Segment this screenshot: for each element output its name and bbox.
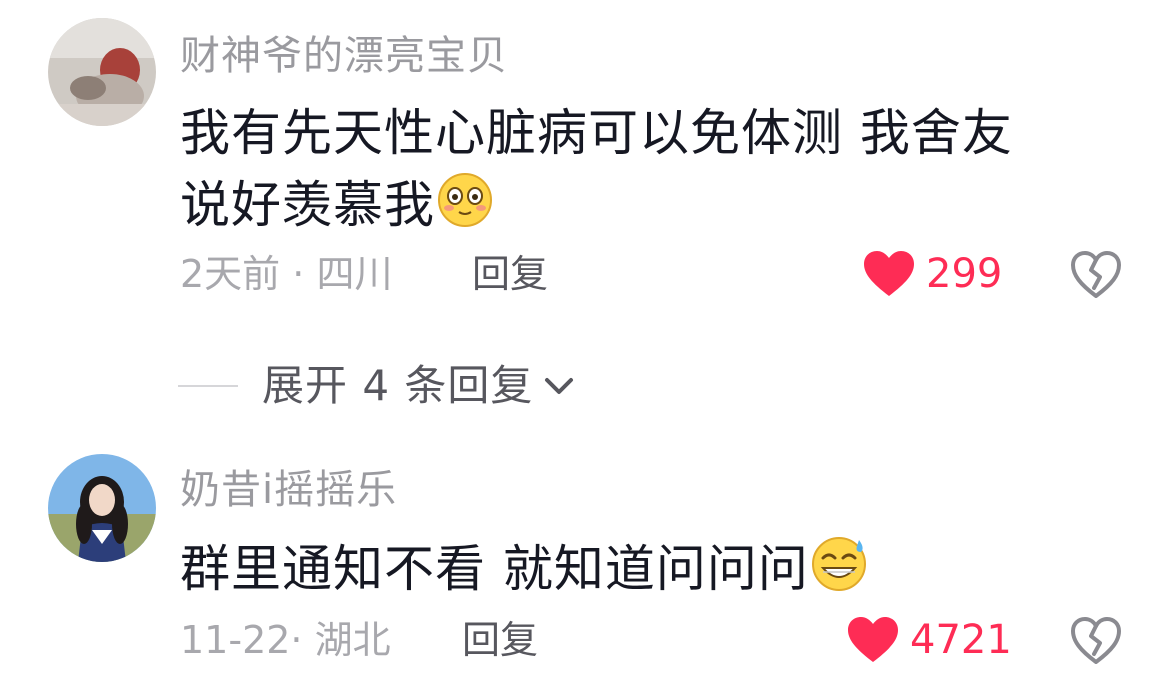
like-count: 299	[926, 251, 1003, 297]
comment-location: 湖北	[314, 618, 391, 662]
comment-text-line-2: 说好羡慕我	[180, 170, 495, 240]
grinning-sweat-emoji-icon	[809, 534, 869, 594]
comment-meta: 2天前 · 四川	[180, 250, 392, 298]
avatar-image	[48, 454, 156, 562]
comment-time: 11-22	[180, 618, 291, 662]
reply-button[interactable]: 回复	[462, 616, 538, 664]
comment-text-line: 群里通知不看 就知道问问问	[180, 534, 869, 604]
comment-text: 说好羡慕我	[180, 176, 435, 234]
meta-separator: ·	[292, 252, 305, 296]
comment-username[interactable]: 奶昔i摇摇乐	[180, 466, 397, 514]
expand-replies-label: 展开 4 条回复	[262, 361, 534, 410]
comment-meta: 11-22· 湖北	[180, 616, 391, 664]
broken-heart-icon	[1071, 251, 1121, 298]
comment-username[interactable]: 财神爷的漂亮宝贝	[180, 32, 508, 80]
reply-button[interactable]: 回复	[472, 250, 548, 298]
avatar[interactable]	[48, 454, 156, 562]
avatar[interactable]	[48, 18, 156, 126]
dislike-button[interactable]	[1070, 616, 1122, 666]
heart-filled-icon	[864, 251, 914, 296]
expand-divider	[178, 385, 238, 387]
comment-text: 群里通知不看 就知道问问问	[180, 540, 809, 598]
heart-filled-icon	[848, 617, 898, 662]
flushed-face-emoji-icon	[435, 170, 495, 230]
comment-list: 财神爷的漂亮宝贝 我有先天性心脏病可以免体测 我舍友 说好羡慕我 2天前 · 四…	[0, 0, 1170, 678]
broken-heart-icon	[1071, 617, 1121, 664]
chevron-down-icon	[539, 366, 579, 406]
avatar-image	[48, 18, 156, 126]
comment-location: 四川	[316, 252, 393, 296]
meta-separator: ·	[290, 618, 303, 662]
comment-time: 2天前	[180, 252, 281, 296]
comment-text-line: 我有先天性心脏病可以免体测 我舍友	[180, 104, 1013, 162]
expand-replies-button[interactable]: 展开 4 条回复	[178, 356, 579, 416]
like-count: 4721	[910, 617, 1012, 663]
like-button[interactable]: 4721	[846, 612, 1012, 668]
dislike-button[interactable]	[1070, 250, 1122, 300]
like-button[interactable]: 299	[862, 246, 1002, 302]
